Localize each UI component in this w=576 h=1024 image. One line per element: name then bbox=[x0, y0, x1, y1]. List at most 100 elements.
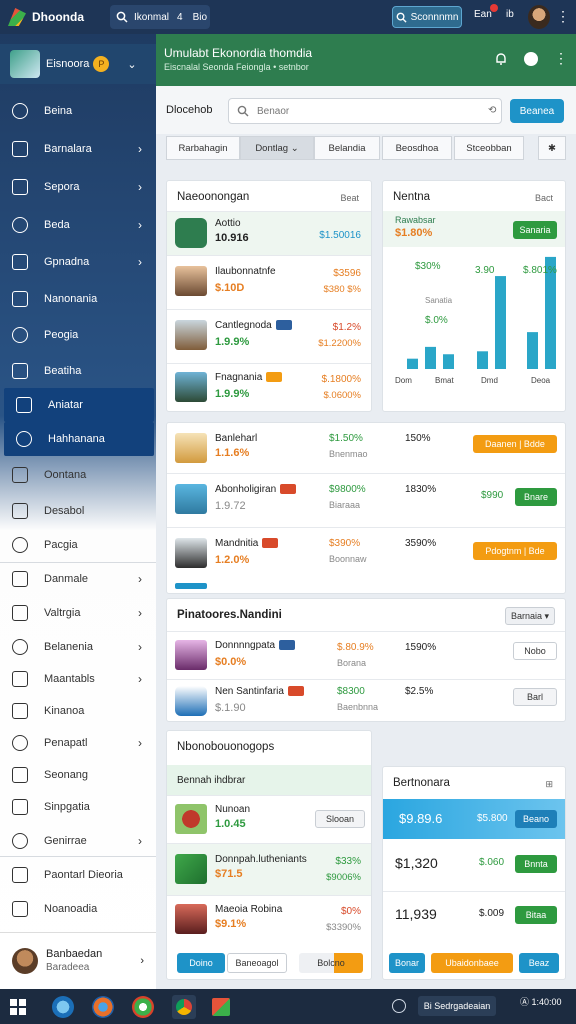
sidebar-item[interactable]: Genirrae › bbox=[0, 824, 156, 858]
list-item[interactable]: Donnnngpata $0.0% $.80.9% Borana 1590% N… bbox=[167, 631, 565, 679]
sidebar-item[interactable]: Aniatar bbox=[4, 388, 154, 422]
list-item[interactable]: Fnagnania 1.9.9% $.1800% $.0600% bbox=[167, 363, 371, 413]
item-action-button[interactable]: Bnare bbox=[515, 488, 557, 506]
search-input[interactable]: Benaor bbox=[228, 98, 502, 124]
item-action-button[interactable]: Nobo bbox=[513, 642, 557, 660]
sidebar-item[interactable]: Pacgia bbox=[0, 528, 156, 562]
sidebar-item[interactable]: Valtrgia › bbox=[0, 596, 156, 630]
item-value: 1.9.9% bbox=[215, 388, 250, 400]
panel-action[interactable]: Bact bbox=[535, 193, 553, 203]
sidebar-item[interactable]: Beatiha bbox=[0, 354, 156, 388]
sidebar-item[interactable]: Noanoadia bbox=[0, 892, 156, 926]
sidebar-item[interactable]: Beina bbox=[0, 94, 156, 128]
list-item[interactable]: Aottio 10.916 $1.50016 bbox=[167, 211, 371, 255]
sidebar-user[interactable]: Banbaedan Baradeea › bbox=[0, 932, 156, 988]
list-item[interactable]: Donnpah.lutheniants $71.5 $33% $9006% bbox=[167, 843, 371, 895]
toolbar-action-button[interactable]: Beanea bbox=[510, 99, 564, 123]
footer-button[interactable]: Bonar bbox=[389, 953, 425, 973]
user-avatar[interactable] bbox=[528, 5, 550, 29]
filter-chip[interactable]: Beosdhoa bbox=[382, 136, 452, 160]
system-tray-icon[interactable] bbox=[392, 999, 406, 1013]
sidebar-item[interactable]: Barnalara › bbox=[0, 132, 156, 166]
taskbar-task[interactable]: Bi Sedrgadeaian bbox=[418, 996, 496, 1016]
panel-action[interactable]: Beat bbox=[340, 193, 359, 203]
sidebar-item[interactable]: Nanonania bbox=[0, 282, 156, 316]
filter-chip[interactable]: Stceobban bbox=[454, 136, 524, 160]
toolbar-label: Dlocehob bbox=[166, 104, 213, 116]
list-item[interactable]: Nunoan 1.0.45 Slooan bbox=[167, 795, 371, 843]
list-item[interactable]: Mandnitia 1.2.0% $390% Boonnaw 3590% Pdo… bbox=[167, 527, 565, 579]
footer-button[interactable]: Baneoagol bbox=[227, 953, 287, 973]
bell-icon[interactable] bbox=[494, 52, 508, 66]
panel-dropdown[interactable]: Barnaia ▾ bbox=[505, 607, 555, 625]
list-item[interactable]: Abonholigiran 1.9.72 $9800% Biaraaa 1830… bbox=[167, 473, 565, 527]
sidebar-item[interactable]: Gpnadna › bbox=[0, 245, 156, 279]
sidebar-item[interactable]: Seonang bbox=[0, 758, 156, 792]
top-tab[interactable]: Ikonmal 4 Bio bbox=[110, 5, 210, 29]
highlight-row[interactable]: $9.89.6 $5.800 Beano bbox=[383, 799, 565, 839]
app-icon[interactable] bbox=[212, 997, 230, 1016]
item-percent: 150% bbox=[405, 433, 431, 444]
footer-button[interactable]: Doino bbox=[177, 953, 225, 973]
sidebar-item[interactable]: Desabol bbox=[0, 494, 156, 528]
footer-button[interactable]: Beaz bbox=[519, 953, 559, 973]
highlight-button[interactable]: Beano bbox=[515, 810, 557, 828]
kpi-button[interactable]: Sanaria bbox=[513, 221, 557, 239]
list-item[interactable]: Cantlegnoda 1.9.9% $1.2% $1.2200% bbox=[167, 309, 371, 363]
filter-chip-dropdown[interactable]: Dontlag ⌄ bbox=[240, 136, 314, 160]
settings-icon[interactable] bbox=[524, 52, 538, 66]
browser-icon[interactable] bbox=[52, 995, 74, 1018]
summary-button[interactable]: Bitaa bbox=[515, 906, 557, 924]
sidebar-brand[interactable]: Eisnoora P ⌄ bbox=[0, 44, 156, 84]
item-action-button[interactable]: Barl bbox=[513, 688, 557, 706]
sidebar-item[interactable]: Danmale › bbox=[0, 562, 156, 596]
item-thumbnail bbox=[175, 433, 207, 463]
filter-chip[interactable]: Belandia bbox=[314, 136, 380, 160]
list-item[interactable]: Maeoia Robina $9.1% $0% $3390% bbox=[167, 895, 371, 945]
item-name-row: Fnagnania bbox=[215, 372, 283, 383]
list-item[interactable]: Nen Santinfaria $.1.90 $8300 Baenbnna $2… bbox=[167, 679, 565, 723]
sidebar-item[interactable]: Oontana bbox=[0, 458, 156, 492]
notifications-button[interactable]: Ean bbox=[474, 9, 492, 20]
chevron-right-icon[interactable]: › bbox=[140, 955, 144, 967]
refresh-icon[interactable]: ⟲ bbox=[488, 105, 496, 116]
item-action-button[interactable]: Daanen | Bdde bbox=[473, 435, 557, 453]
list-item[interactable]: Banleharl 1.1.6% $1.50% Bnenmao 150% Daa… bbox=[167, 423, 565, 473]
chrome-icon[interactable] bbox=[172, 994, 196, 1019]
sidebar-item[interactable]: Belanenia › bbox=[0, 630, 156, 664]
sidebar-item[interactable]: Hahhanana bbox=[4, 422, 154, 456]
summary-row[interactable]: $1,320 $.060 Bnnta bbox=[383, 843, 565, 887]
footer-button[interactable]: Ubaidonbaee bbox=[431, 953, 513, 973]
summary-value: $1,320 bbox=[395, 855, 438, 871]
chat-icon[interactable] bbox=[132, 995, 154, 1018]
sidebar: Eisnoora P ⌄ Beina Barnalara › Sepora › Beda ›… bbox=[0, 34, 156, 989]
item-action-button[interactable]: Pdogtnm | Bde bbox=[473, 542, 557, 560]
sidebar-item[interactable]: Sinpgatia bbox=[0, 790, 156, 824]
sidebar-item[interactable]: Beda › bbox=[0, 208, 156, 242]
more-icon[interactable]: ⋮ bbox=[554, 50, 568, 67]
panel-title: Bertnonara bbox=[393, 777, 450, 789]
sidebar-item[interactable]: Kinanoa bbox=[0, 694, 156, 728]
sidebar-item-label: Valtrgia bbox=[44, 607, 81, 619]
summary-row[interactable]: 11,939 $.009 Bitaa bbox=[383, 891, 565, 939]
sidebar-item[interactable]: Paontarl Dieoria bbox=[0, 858, 156, 892]
firefox-icon[interactable] bbox=[92, 995, 114, 1018]
footer-button[interactable]: Bolcno bbox=[299, 953, 363, 973]
chevron-down-icon[interactable]: ⌄ bbox=[127, 58, 136, 71]
search-icon bbox=[396, 12, 407, 23]
top-search-button[interactable]: Sconnnmn bbox=[392, 6, 462, 28]
item-stat: $.1800% bbox=[321, 374, 361, 385]
sidebar-item[interactable]: Penapatl › bbox=[0, 726, 156, 760]
item-action-button[interactable]: Slooan bbox=[315, 810, 365, 828]
filter-chip[interactable]: Rarbahagin bbox=[166, 136, 240, 160]
sidebar-item[interactable]: Sepora › bbox=[0, 170, 156, 204]
list-item[interactable]: Ilaubonnatnfe $.10D $3596 $380 $% bbox=[167, 255, 371, 309]
more-icon[interactable]: ⋮ bbox=[556, 8, 570, 25]
windows-start-icon[interactable] bbox=[10, 998, 26, 1015]
sidebar-item[interactable]: Maantabls › bbox=[0, 662, 156, 696]
sidebar-item[interactable]: Peogia bbox=[0, 318, 156, 352]
summary-button[interactable]: Bnnta bbox=[515, 855, 557, 873]
grid-icon[interactable]: ⊞ bbox=[545, 779, 553, 790]
filter-options-icon[interactable]: ✱ bbox=[538, 136, 566, 160]
x-tick-label: Deoa bbox=[531, 376, 551, 385]
